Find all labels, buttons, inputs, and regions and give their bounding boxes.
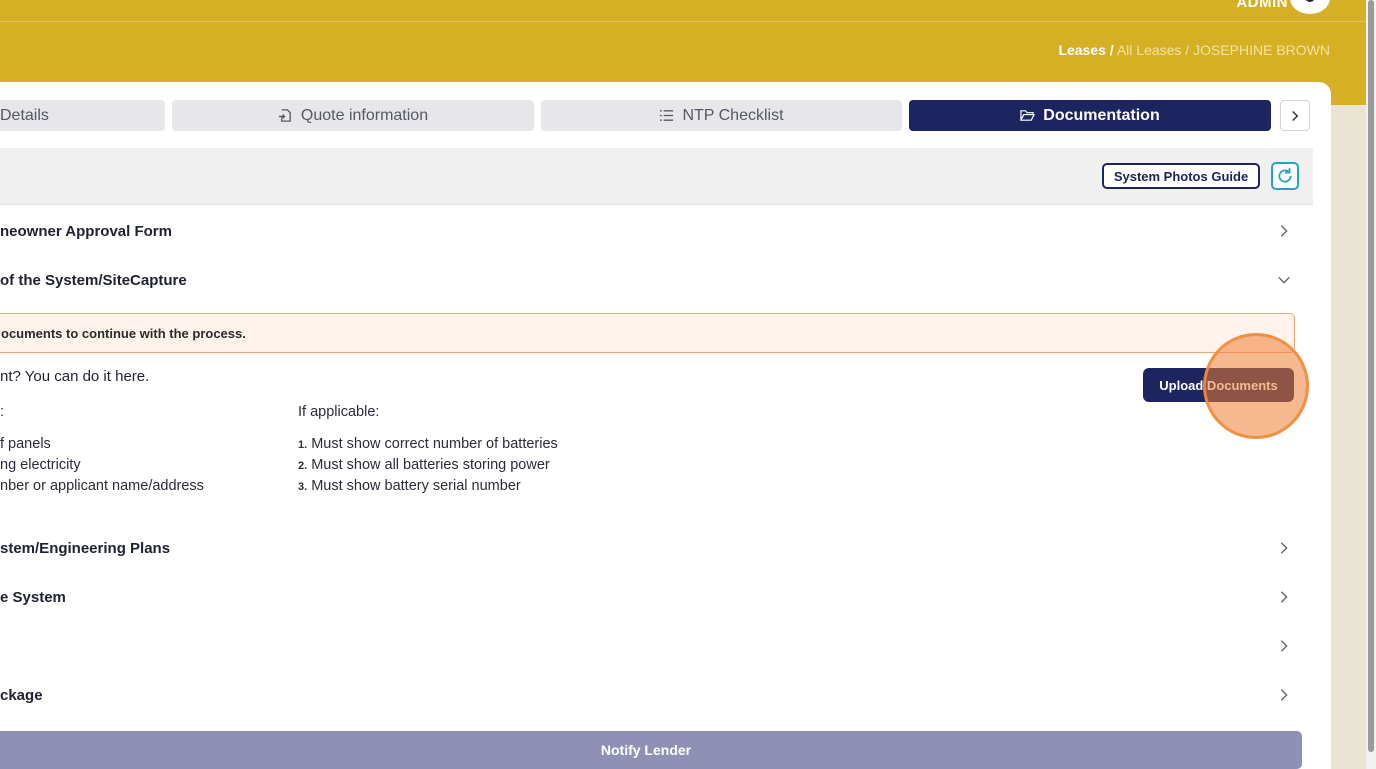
scrollbar-thumb[interactable] [1368, 0, 1374, 752]
tab-label: Quote information [300, 106, 429, 124]
section-photos-of-system[interactable]: of the System/SiteCapture [0, 256, 1313, 305]
list-number: 2. [298, 460, 308, 472]
list-item: 1. Must show correct number of batteries [298, 434, 558, 455]
required-documents-warning: ocuments to continue with the process. [0, 313, 1295, 353]
list-icon [660, 110, 674, 121]
tabs-next-button[interactable] [1280, 100, 1310, 131]
section-system[interactable]: e System [0, 573, 1313, 622]
tab-bar: Details Quote information NTP Checklist … [0, 96, 1312, 136]
list-item: 3. Must show battery serial number [298, 476, 558, 497]
breadcrumb-leases[interactable]: Leases / [1058, 42, 1113, 58]
section-title: neowner Approval Form [0, 223, 172, 240]
notify-lender-button[interactable]: Notify Lender [0, 731, 1302, 769]
list-item: nber or applicant name/address [0, 478, 204, 494]
list-item: 2. Must show all batteries storing power [298, 455, 558, 476]
file-import-icon [278, 109, 291, 122]
chevron-right-icon [1280, 225, 1288, 237]
folder-open-icon [1020, 110, 1036, 121]
breadcrumb-current: JOSEPHINE BROWN [1193, 42, 1330, 58]
refresh-icon [1278, 168, 1292, 183]
section-title: e System [0, 589, 66, 606]
section-homeowner-approval-form[interactable]: neowner Approval Form [0, 207, 1313, 256]
breadcrumb-all-leases[interactable]: All Leases / [1117, 42, 1189, 58]
section-package[interactable]: ckage [0, 671, 1313, 720]
requirements-list-left: : f panels ng electricity nber or applic… [0, 404, 204, 497]
tab-quote-information[interactable]: Quote information [172, 100, 534, 131]
user-role-label: ADMIN [1236, 0, 1288, 11]
refresh-button[interactable] [1271, 162, 1299, 190]
requirements-heading: : [0, 404, 5, 420]
tab-label: Documentation [1043, 106, 1160, 124]
tab-documentation[interactable]: Documentation [909, 100, 1271, 131]
chevron-right-icon [1292, 110, 1299, 121]
tab-details[interactable]: Details [0, 100, 165, 131]
tab-ntp-checklist[interactable]: NTP Checklist [541, 100, 902, 131]
avatar[interactable] [1290, 0, 1330, 14]
section-engineering-plans[interactable]: stem/Engineering Plans [0, 524, 1313, 573]
list-number: 1. [298, 439, 308, 451]
section-unlabeled[interactable] [0, 622, 1313, 671]
click-indicator [1203, 333, 1309, 439]
tab-label: Details [0, 106, 49, 124]
section-title: of the System/SiteCapture [0, 272, 187, 289]
chevron-right-icon [1280, 640, 1288, 652]
chevron-right-icon [1280, 591, 1288, 603]
list-text: Must show battery serial number [311, 478, 521, 494]
chevron-right-icon [1280, 542, 1288, 554]
section-title: stem/Engineering Plans [0, 540, 171, 557]
chevron-right-icon [1280, 689, 1288, 701]
list-text: Must show all batteries storing power [311, 457, 550, 473]
list-text: Must show correct number of batteries [311, 436, 558, 452]
list-item: f panels [0, 436, 51, 452]
header-divider [0, 21, 1366, 22]
requirements-heading: If applicable: [298, 404, 380, 420]
list-item: ng electricity [0, 457, 81, 473]
list-number: 3. [298, 481, 308, 493]
breadcrumb: Leases / All Leases / JOSEPHINE BROWN [1058, 42, 1330, 58]
chevron-down-icon [1278, 276, 1290, 284]
tab-label: NTP Checklist [682, 106, 784, 124]
section-title: ckage [0, 687, 43, 704]
system-photos-guide-button[interactable]: System Photos Guide [1102, 163, 1260, 189]
requirements-list-right: If applicable: 1. Must show correct numbe… [298, 404, 558, 497]
avatar-icon [1305, 0, 1315, 2]
upload-prompt-text: nt? You can do it here. [0, 368, 150, 385]
